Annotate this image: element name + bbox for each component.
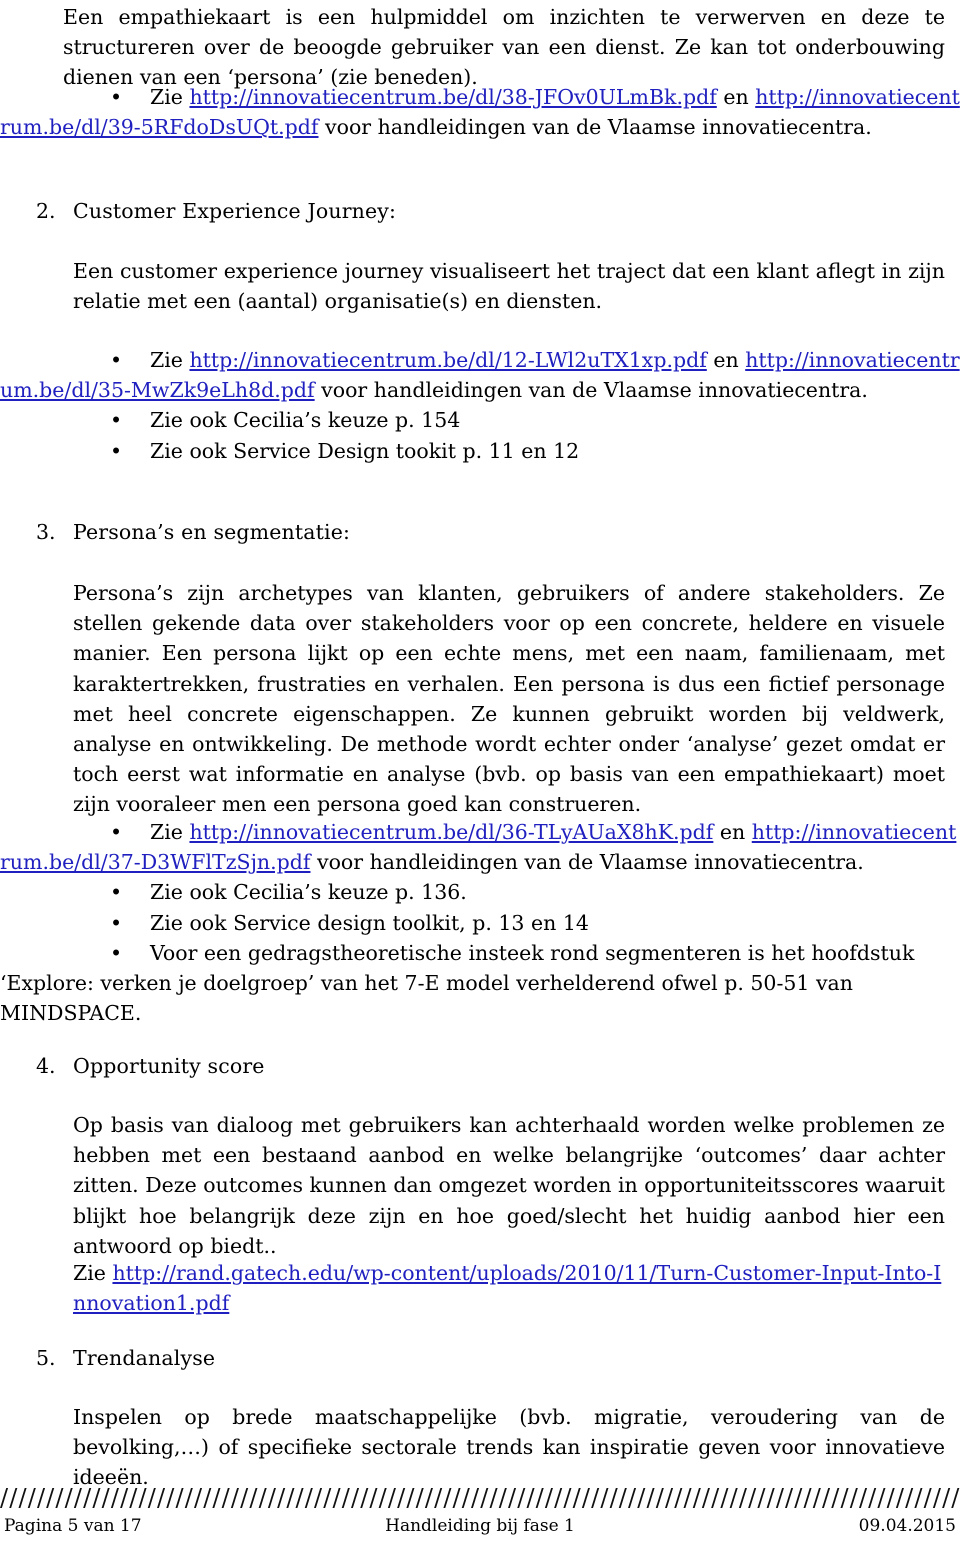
list-item: • Voor een gedragstheoretische insteek r… xyxy=(0,938,960,1029)
section-3-bullet-text-4: Voor een gedragstheoretische insteek ron… xyxy=(0,940,915,1026)
bullet-prefix: Zie xyxy=(150,348,190,372)
list-item: • Zie ook Service design toolkit, p. 13 … xyxy=(0,908,960,938)
section-number-5: 5. xyxy=(36,1346,56,1370)
section-title-5: Trendanalyse xyxy=(73,1346,216,1370)
section-2-bullet-text-1: Zie http://innovatiecentrum.be/dl/12-LWl… xyxy=(0,348,960,402)
section-title-4: Opportunity score xyxy=(73,1054,265,1078)
bullet-dot-icon: • xyxy=(110,408,123,433)
section-4-reference: Zie http://rand.gatech.edu/wp-content/up… xyxy=(73,1258,945,1318)
list-item: • Zie http://innovatiecentrum.be/dl/12-L… xyxy=(0,345,960,405)
section-heading-2: 2. Customer Experience Journey: xyxy=(36,196,946,226)
bullet-middle: en xyxy=(706,348,746,372)
bullet-suffix: voor handleidingen van de Vlaamse innova… xyxy=(318,115,872,140)
footer-date: 09.04.2015 xyxy=(858,1516,956,1536)
section-3-bullet-list: • Zie http://innovatiecentrum.be/dl/36-T… xyxy=(0,817,960,1028)
bullet-dot-icon: • xyxy=(110,438,123,463)
list-item: • Zie ook Cecilia’s keuze p. 154 xyxy=(0,405,960,435)
section-body-text-3: Persona’s zijn archetypes van klanten, g… xyxy=(73,581,945,817)
section-body-text-4: Op basis van dialoog met gebruikers kan … xyxy=(73,1113,945,1258)
footer-divider: ////////////////////////////////////////… xyxy=(0,1487,960,1509)
section-heading-4: 4. Opportunity score xyxy=(36,1051,946,1081)
intro-paragraph: Een empathiekaart is een hulpmiddel om i… xyxy=(63,5,945,90)
section-body-4: Op basis van dialoog met gebruikers kan … xyxy=(73,1110,945,1261)
bullet-suffix: voor handleidingen van de Vlaamse innova… xyxy=(314,378,868,403)
intro-paragraph-block: Een empathiekaart is een hulpmiddel om i… xyxy=(63,2,945,93)
list-item: • Zie ook Cecilia’s keuze p. 136. xyxy=(0,877,960,907)
section-number-3: 3. xyxy=(36,520,56,544)
section-number-2: 2. xyxy=(36,199,56,223)
link-innovatiecentrum-36[interactable]: http://innovatiecentrum.be/dl/36-TLyAUaX… xyxy=(189,820,713,844)
section-title-2: Customer Experience Journey: xyxy=(73,199,397,223)
section-2-bullet-text-2: Zie ook Cecilia’s keuze p. 154 xyxy=(150,408,461,433)
section-body-3: Persona’s zijn archetypes van klanten, g… xyxy=(73,578,945,820)
link-innovatiecentrum-12[interactable]: http://innovatiecentrum.be/dl/12-LWl2uTX… xyxy=(189,348,706,372)
section-heading-5: 5. Trendanalyse xyxy=(36,1343,946,1373)
section-4-reference-text: Zie http://rand.gatech.edu/wp-content/up… xyxy=(73,1258,945,1318)
footer-document-title: Handleiding bij fase 1 xyxy=(385,1516,575,1536)
bullet-dot-icon: • xyxy=(110,940,123,965)
document-page: Een empathiekaart is een hulpmiddel om i… xyxy=(0,0,960,1543)
bullet-suffix: voor handleidingen van de Vlaamse innova… xyxy=(310,850,864,875)
section-body-text-5: Inspelen op brede maatschappelijke (bvb.… xyxy=(73,1405,945,1490)
section-2-bullet-list: • Zie http://innovatiecentrum.be/dl/12-L… xyxy=(0,345,960,466)
section-body-5: Inspelen op brede maatschappelijke (bvb.… xyxy=(73,1402,945,1493)
bullet-dot-icon: • xyxy=(110,910,123,935)
section-3-bullet-text-2: Zie ook Cecilia’s keuze p. 136. xyxy=(150,880,467,905)
bullet-dot-icon: • xyxy=(110,880,123,905)
section-body-text-2: Een customer experience journey visualis… xyxy=(73,259,945,314)
section-title-3: Persona’s en segmentatie: xyxy=(73,520,351,544)
bullet-prefix: Zie xyxy=(150,85,190,109)
bullet-dot-icon: • xyxy=(110,348,123,372)
bullet-dot-icon: • xyxy=(110,820,123,844)
bullet-prefix: Zie xyxy=(150,820,190,844)
intro-bullet-list: • Zie http://innovatiecentrum.be/dl/38-J… xyxy=(0,82,960,142)
footer: Pagina 5 van 17 Handleiding bij fase 1 0… xyxy=(0,1513,960,1539)
intro-bullet-text: Zie http://innovatiecentrum.be/dl/38-JFO… xyxy=(0,85,960,139)
reference-prefix: Zie xyxy=(73,1261,113,1285)
list-item: • Zie http://innovatiecentrum.be/dl/36-T… xyxy=(0,817,960,877)
section-3-bullet-text-3: Zie ook Service design toolkit, p. 13 en… xyxy=(150,910,589,935)
section-heading-3: 3. Persona’s en segmentatie: xyxy=(36,517,946,547)
section-3-bullet-text-1: Zie http://innovatiecentrum.be/dl/36-TLy… xyxy=(0,820,956,874)
bullet-middle: en xyxy=(713,820,752,844)
bullet-dot-icon: • xyxy=(110,85,123,109)
section-body-2: Een customer experience journey visualis… xyxy=(73,256,945,316)
list-item: • Zie http://innovatiecentrum.be/dl/38-J… xyxy=(0,82,960,142)
link-innovatiecentrum-38[interactable]: http://innovatiecentrum.be/dl/38-JFOv0UL… xyxy=(189,85,716,109)
list-item: • Zie ook Service Design tookit p. 11 en… xyxy=(0,436,960,466)
bullet-middle: en xyxy=(716,85,756,109)
section-2-bullet-text-3: Zie ook Service Design tookit p. 11 en 1… xyxy=(150,438,580,463)
link-rand-gatech[interactable]: http://rand.gatech.edu/wp-content/upload… xyxy=(73,1261,941,1315)
section-number-4: 4. xyxy=(36,1054,56,1078)
